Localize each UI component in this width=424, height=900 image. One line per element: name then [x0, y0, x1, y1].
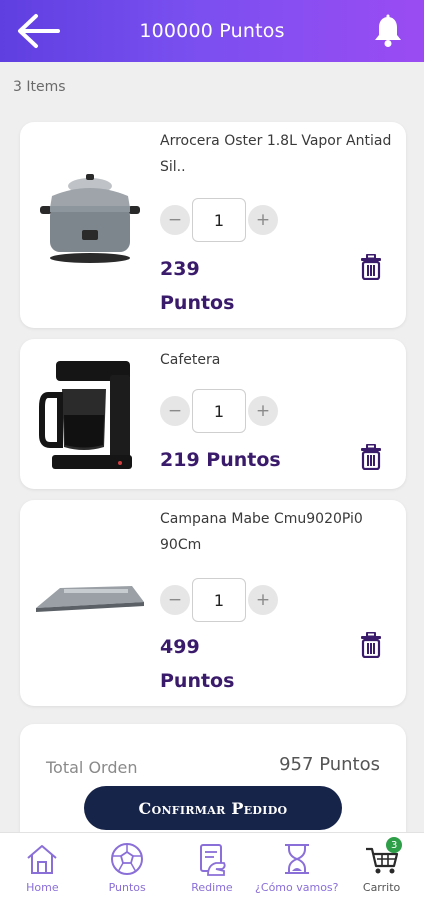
decrease-button[interactable]: − [160, 585, 190, 615]
total-value: 957 Puntos [279, 754, 380, 775]
product-name: Cafetera [160, 352, 221, 368]
nav-item-home[interactable]: Home [0, 833, 85, 900]
price-value: 239 [160, 258, 200, 280]
increase-button[interactable]: + [248, 585, 278, 615]
quantity-stepper: − 1 + [160, 578, 280, 622]
nav-label: ¿Cómo vamos? [255, 881, 339, 894]
product-price: 239 Puntos [160, 252, 234, 320]
trash-icon[interactable] [360, 444, 382, 470]
bottom-navigation: Home Puntos Redime ¿Cómo vamos? 3 Carrit… [0, 832, 424, 900]
cart-count-badge: 3 [386, 837, 403, 853]
nav-label: Carrito [362, 881, 401, 894]
home-icon [27, 845, 58, 874]
confirm-order-button[interactable]: Confirmar Pedido [84, 786, 342, 830]
progress-icon [284, 844, 309, 874]
quantity-field[interactable]: 1 [192, 198, 246, 242]
cart-item-card: Campana Mabe Cmu9020Pi0 90Cm − 1 + 499 P… [20, 500, 406, 706]
price-value: 499 [160, 636, 200, 658]
app-header: 100000 Puntos [0, 0, 424, 62]
nav-label: Redime [191, 881, 233, 894]
points-balance-title: 100000 Puntos [139, 20, 285, 42]
decrease-button[interactable]: − [160, 205, 190, 235]
product-price: 499 Puntos [160, 630, 234, 698]
nav-item-puntos[interactable]: Puntos [85, 833, 170, 900]
price-unit: Puntos [160, 670, 235, 692]
nav-item-como-vamos[interactable]: ¿Cómo vamos? [254, 833, 339, 900]
quantity-stepper: − 1 + [160, 389, 280, 433]
redeem-icon [199, 844, 226, 876]
cart-item-card: Arrocera Oster 1.8L Vapor Antiad Sil.. −… [20, 122, 406, 328]
nav-label: Home [26, 881, 59, 894]
nav-label: Puntos [108, 881, 146, 894]
decrease-button[interactable]: − [160, 396, 190, 426]
range-hood-image [36, 586, 144, 612]
product-name: Arrocera Oster 1.8L Vapor Antiad Sil.. [160, 133, 392, 175]
trash-icon[interactable] [360, 632, 382, 658]
trash-icon[interactable] [360, 254, 382, 280]
bell-icon[interactable] [372, 14, 404, 48]
total-label: Total Orden [46, 758, 138, 777]
nav-item-carrito[interactable]: 3 Carrito [339, 833, 424, 900]
cart-item-card: Cafetera − 1 + 219 Puntos [20, 339, 406, 489]
increase-button[interactable]: + [248, 396, 278, 426]
quantity-field[interactable]: 1 [192, 578, 246, 622]
items-count: 3 Items [13, 79, 66, 95]
arrow-left-icon[interactable] [14, 12, 62, 50]
nav-item-redime[interactable]: Redime [170, 833, 255, 900]
product-price: 219 Puntos [160, 449, 281, 471]
rice-cooker-image [40, 174, 140, 263]
ball-icon [111, 843, 144, 875]
quantity-stepper: − 1 + [160, 198, 280, 242]
product-name: Campana Mabe Cmu9020Pi0 90Cm [160, 511, 363, 553]
coffee-maker-image [39, 361, 132, 469]
increase-button[interactable]: + [248, 205, 278, 235]
price-unit: Puntos [160, 292, 235, 314]
quantity-field[interactable]: 1 [192, 389, 246, 433]
